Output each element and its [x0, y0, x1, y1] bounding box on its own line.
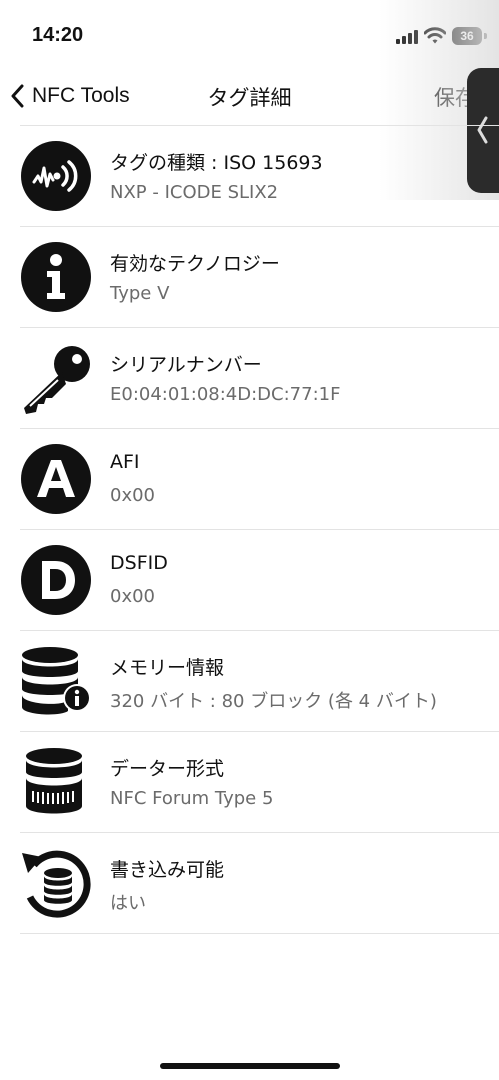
list-item-data-format[interactable]: データー形式 NFC Forum Type 5	[20, 731, 499, 832]
row-value: 0x00	[110, 485, 156, 506]
row-value: Type V	[110, 283, 170, 304]
row-title: メモリー情報	[110, 657, 225, 679]
row-title: シリアルナンバー	[110, 354, 262, 376]
database-barcode-icon	[26, 748, 82, 814]
cellular-signal-icon	[396, 30, 418, 44]
page-title: タグ詳細	[207, 86, 292, 110]
list-item-writable[interactable]: 書き込み可能 はい	[20, 832, 499, 934]
list-item-memory[interactable]: メモリー情報 320 バイト : 80 ブロック (各 4 バイト)	[20, 630, 499, 731]
info-icon	[21, 242, 91, 312]
row-title: AFI	[110, 451, 140, 473]
row-title: DSFID	[110, 552, 168, 574]
list-item-serial-number[interactable]: シリアルナンバー E0:04:01:08:4D:DC:77:1F	[20, 327, 499, 428]
key-icon	[24, 346, 90, 414]
battery-cap	[484, 33, 487, 39]
row-title: タグの種類 : ISO 15693	[110, 152, 323, 174]
list-item-technologies[interactable]: 有効なテクノロジー Type V	[20, 226, 499, 327]
row-value: はい	[110, 893, 146, 914]
list-item-dsfid[interactable]: DSFID 0x00	[20, 529, 499, 630]
row-value: E0:04:01:08:4D:DC:77:1F	[110, 384, 341, 405]
letter-a-icon	[21, 444, 91, 514]
navigation-bar: NFC Tools タグ詳細 保存	[0, 70, 499, 125]
status-bar: 14:20 36	[0, 0, 499, 70]
list-item-tag-type[interactable]: タグの種類 : ISO 15693 NXP - ICODE SLIX2	[20, 125, 499, 226]
database-rotate-icon	[22, 850, 91, 918]
row-title: 有効なテクノロジー	[110, 253, 280, 275]
battery-indicator: 36	[452, 27, 482, 45]
row-value: 0x00	[110, 586, 156, 607]
row-title: データー形式	[110, 758, 225, 780]
clock: 14:20	[32, 24, 84, 46]
row-value: NFC Forum Type 5	[110, 788, 274, 809]
nfc-tag-icon	[21, 141, 91, 211]
wifi-icon	[424, 27, 446, 44]
list-item-afi[interactable]: AFI 0x00	[20, 428, 499, 529]
home-indicator[interactable]	[160, 1063, 340, 1069]
row-value: NXP - ICODE SLIX2	[110, 182, 279, 203]
row-title: 書き込み可能	[110, 859, 225, 881]
letter-d-icon	[21, 545, 91, 615]
tag-details-list: タグの種類 : ISO 15693 NXP - ICODE SLIX2 有効なテ…	[0, 125, 499, 934]
database-info-icon	[22, 647, 91, 715]
row-value: 320 バイト : 80 ブロック (各 4 バイト)	[110, 691, 437, 712]
